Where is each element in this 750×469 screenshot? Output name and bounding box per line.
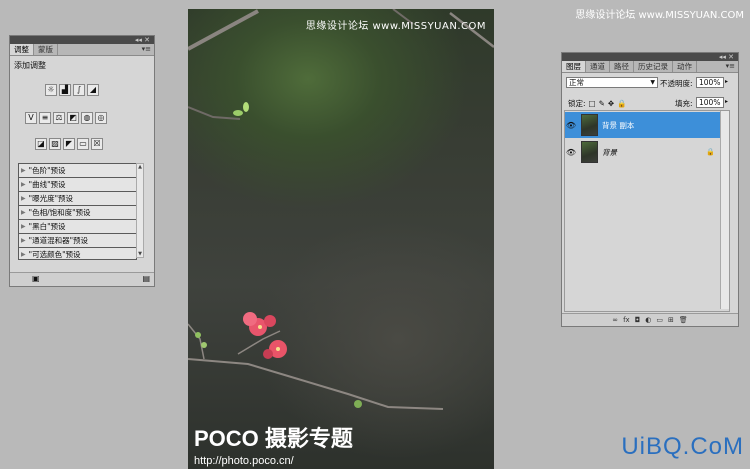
layers-scrollbar[interactable]	[720, 111, 729, 309]
adjustments-panel: ◂◂ ✕ 调整 蒙版 ▾≡ 添加调整 ☼ ▟ ∫ ◢ V ≡ ⚖ ◩ ◍ ◎ ◪…	[9, 35, 155, 287]
tab-masks[interactable]: 蒙版	[34, 44, 58, 55]
opacity-label: 不透明度:	[660, 79, 693, 88]
threshold-icon[interactable]: ◤	[63, 138, 75, 150]
photo-url: http://photo.poco.cn/	[194, 455, 294, 467]
blend-mode-select[interactable]: 正常 ▼	[566, 77, 658, 88]
fill-label: 填充:	[675, 99, 693, 108]
preset-item-exposure[interactable]: ▶ "曝光度"预设	[19, 192, 136, 206]
panel-titlebar[interactable]: ◂◂ ✕	[10, 36, 154, 44]
adjust-icons-row2: V ≡ ⚖ ◩ ◍ ◎	[24, 112, 108, 124]
fill-arrow-icon[interactable]: ▸	[725, 98, 728, 105]
layers-collapse-icon[interactable]: ◂◂ ✕	[719, 53, 734, 61]
adjust-icons-row3: ◪ ▨ ◤ ▭ ☒	[34, 138, 104, 150]
layer-thumbnail	[581, 114, 598, 136]
vibrance-icon[interactable]: V	[25, 112, 37, 124]
tab-adjustments[interactable]: 调整	[10, 44, 34, 55]
panel-tabs: 调整 蒙版 ▾≡	[10, 44, 154, 56]
photo-brand: POCO 摄影专题	[194, 426, 353, 451]
site-watermark-bottom: UiBQ.CoM	[621, 433, 744, 460]
photo-filter-icon[interactable]: ◍	[81, 112, 93, 124]
layer-thumbnail	[581, 141, 598, 163]
selective-color-icon[interactable]: ☒	[91, 138, 103, 150]
invert-icon[interactable]: ◪	[35, 138, 47, 150]
opacity-arrow-icon[interactable]: ▸	[725, 78, 728, 85]
link-icon[interactable]: ∞	[612, 316, 618, 324]
delete-icon[interactable]: ▤	[142, 274, 150, 283]
layers-list: 👁 背景 副本 👁 背景 🔒	[564, 110, 730, 312]
group-icon[interactable]: ▭	[656, 316, 663, 324]
layers-bottom-bar: ∞ fx ◘ ◐ ▭ ⊞ 🗑	[562, 313, 738, 326]
hue-saturation-icon[interactable]: ≡	[39, 112, 51, 124]
lock-move-icon[interactable]: ✥	[608, 99, 614, 108]
lock-paint-icon[interactable]: ✎	[599, 99, 605, 108]
tab-paths[interactable]: 路径	[610, 61, 634, 72]
opacity-input[interactable]: 100%	[696, 77, 724, 88]
levels-icon[interactable]: ▟	[59, 84, 71, 96]
layers-menu-icon[interactable]: ▾≡	[723, 61, 738, 72]
preset-item-hue-saturation[interactable]: ▶ "色相/饱和度"预设	[19, 206, 136, 220]
photo-canvas[interactable]: 思缘设计论坛 www.MISSYUAN.COM POCO 摄影专题 http:/…	[188, 9, 494, 469]
preset-item-channel-mixer[interactable]: ▶ "通道混和器"预设	[19, 234, 136, 248]
new-layer-icon[interactable]: ⊞	[668, 316, 674, 324]
eye-icon[interactable]: 👁	[565, 140, 577, 164]
watermark-top: 思缘设计论坛 www.MISSYUAN.COM	[305, 21, 486, 32]
preset-item-black-white[interactable]: ▶ "黑白"预设	[19, 220, 136, 234]
trash-icon[interactable]: 🗑	[679, 316, 688, 324]
tab-actions[interactable]: 动作	[673, 61, 697, 72]
fx-icon[interactable]: fx	[623, 316, 630, 324]
channel-mixer-icon[interactable]: ◎	[95, 112, 107, 124]
layer-row-background-copy[interactable]: 👁 背景 副本	[565, 112, 727, 138]
collapse-icon[interactable]: ◂◂ ✕	[135, 36, 150, 44]
posterize-icon[interactable]: ▨	[49, 138, 61, 150]
exposure-icon[interactable]: ◢	[87, 84, 99, 96]
lock-all-icon[interactable]: 🔒	[617, 99, 626, 108]
panel-menu-icon[interactable]: ▾≡	[139, 44, 154, 55]
color-balance-icon[interactable]: ⚖	[53, 112, 65, 124]
curves-icon[interactable]: ∫	[73, 84, 85, 96]
layers-titlebar[interactable]: ◂◂ ✕	[562, 53, 738, 61]
layers-panel: ◂◂ ✕ 图层 通道 路径 历史记录 动作 ▾≡ 正常 ▼ 不透明度: 100%…	[561, 52, 739, 327]
photo-branches	[188, 9, 494, 410]
tab-layers[interactable]: 图层	[562, 61, 586, 72]
black-white-icon[interactable]: ◩	[67, 112, 79, 124]
eye-icon[interactable]: 👁	[565, 113, 577, 137]
preset-list: ▶ "色阶"预设 ▶ "曲线"预设 ▶ "曝光度"预设 ▶ "色相/饱和度"预设 ▶ "黑…	[18, 163, 137, 260]
fill-input[interactable]: 100%	[696, 97, 724, 108]
brightness-icon[interactable]: ☼	[45, 84, 57, 96]
adjustment-layer-icon[interactable]: ◐	[645, 316, 651, 324]
chevron-down-icon: ▼	[650, 79, 655, 86]
scroll-up-icon[interactable]: ▲	[137, 164, 143, 170]
mask-icon[interactable]: ◘	[635, 316, 641, 324]
adjust-heading: 添加调整	[14, 61, 46, 70]
preset-item-curves[interactable]: ▶ "曲线"预设	[19, 178, 136, 192]
lock-transparent-icon[interactable]: □	[589, 99, 596, 108]
adjust-bottom-bar: ▣ ▤	[10, 272, 154, 286]
lock-icon: 🔒	[706, 148, 715, 156]
lock-row: 锁定: □ ✎ ✥ 🔒	[568, 99, 627, 108]
site-watermark: 思缘设计论坛 www.MISSYUAN.COM	[575, 10, 744, 21]
layer-row-background[interactable]: 👁 背景 🔒	[565, 139, 727, 165]
adjust-icons-row1: ☼ ▟ ∫ ◢	[44, 84, 100, 96]
tab-history[interactable]: 历史记录	[634, 61, 673, 72]
tab-channels[interactable]: 通道	[586, 61, 610, 72]
preset-item-levels[interactable]: ▶ "色阶"预设	[19, 164, 136, 178]
gradient-map-icon[interactable]: ▭	[77, 138, 89, 150]
preset-scrollbar[interactable]: ▲ ▼	[136, 163, 144, 258]
preset-item-selective-color[interactable]: ▶ "可选颜色"预设	[19, 248, 136, 261]
scroll-down-icon[interactable]: ▼	[137, 251, 143, 257]
layers-tabs: 图层 通道 路径 历史记录 动作 ▾≡	[562, 61, 738, 73]
clip-to-layer-icon[interactable]: ▣	[32, 274, 40, 283]
